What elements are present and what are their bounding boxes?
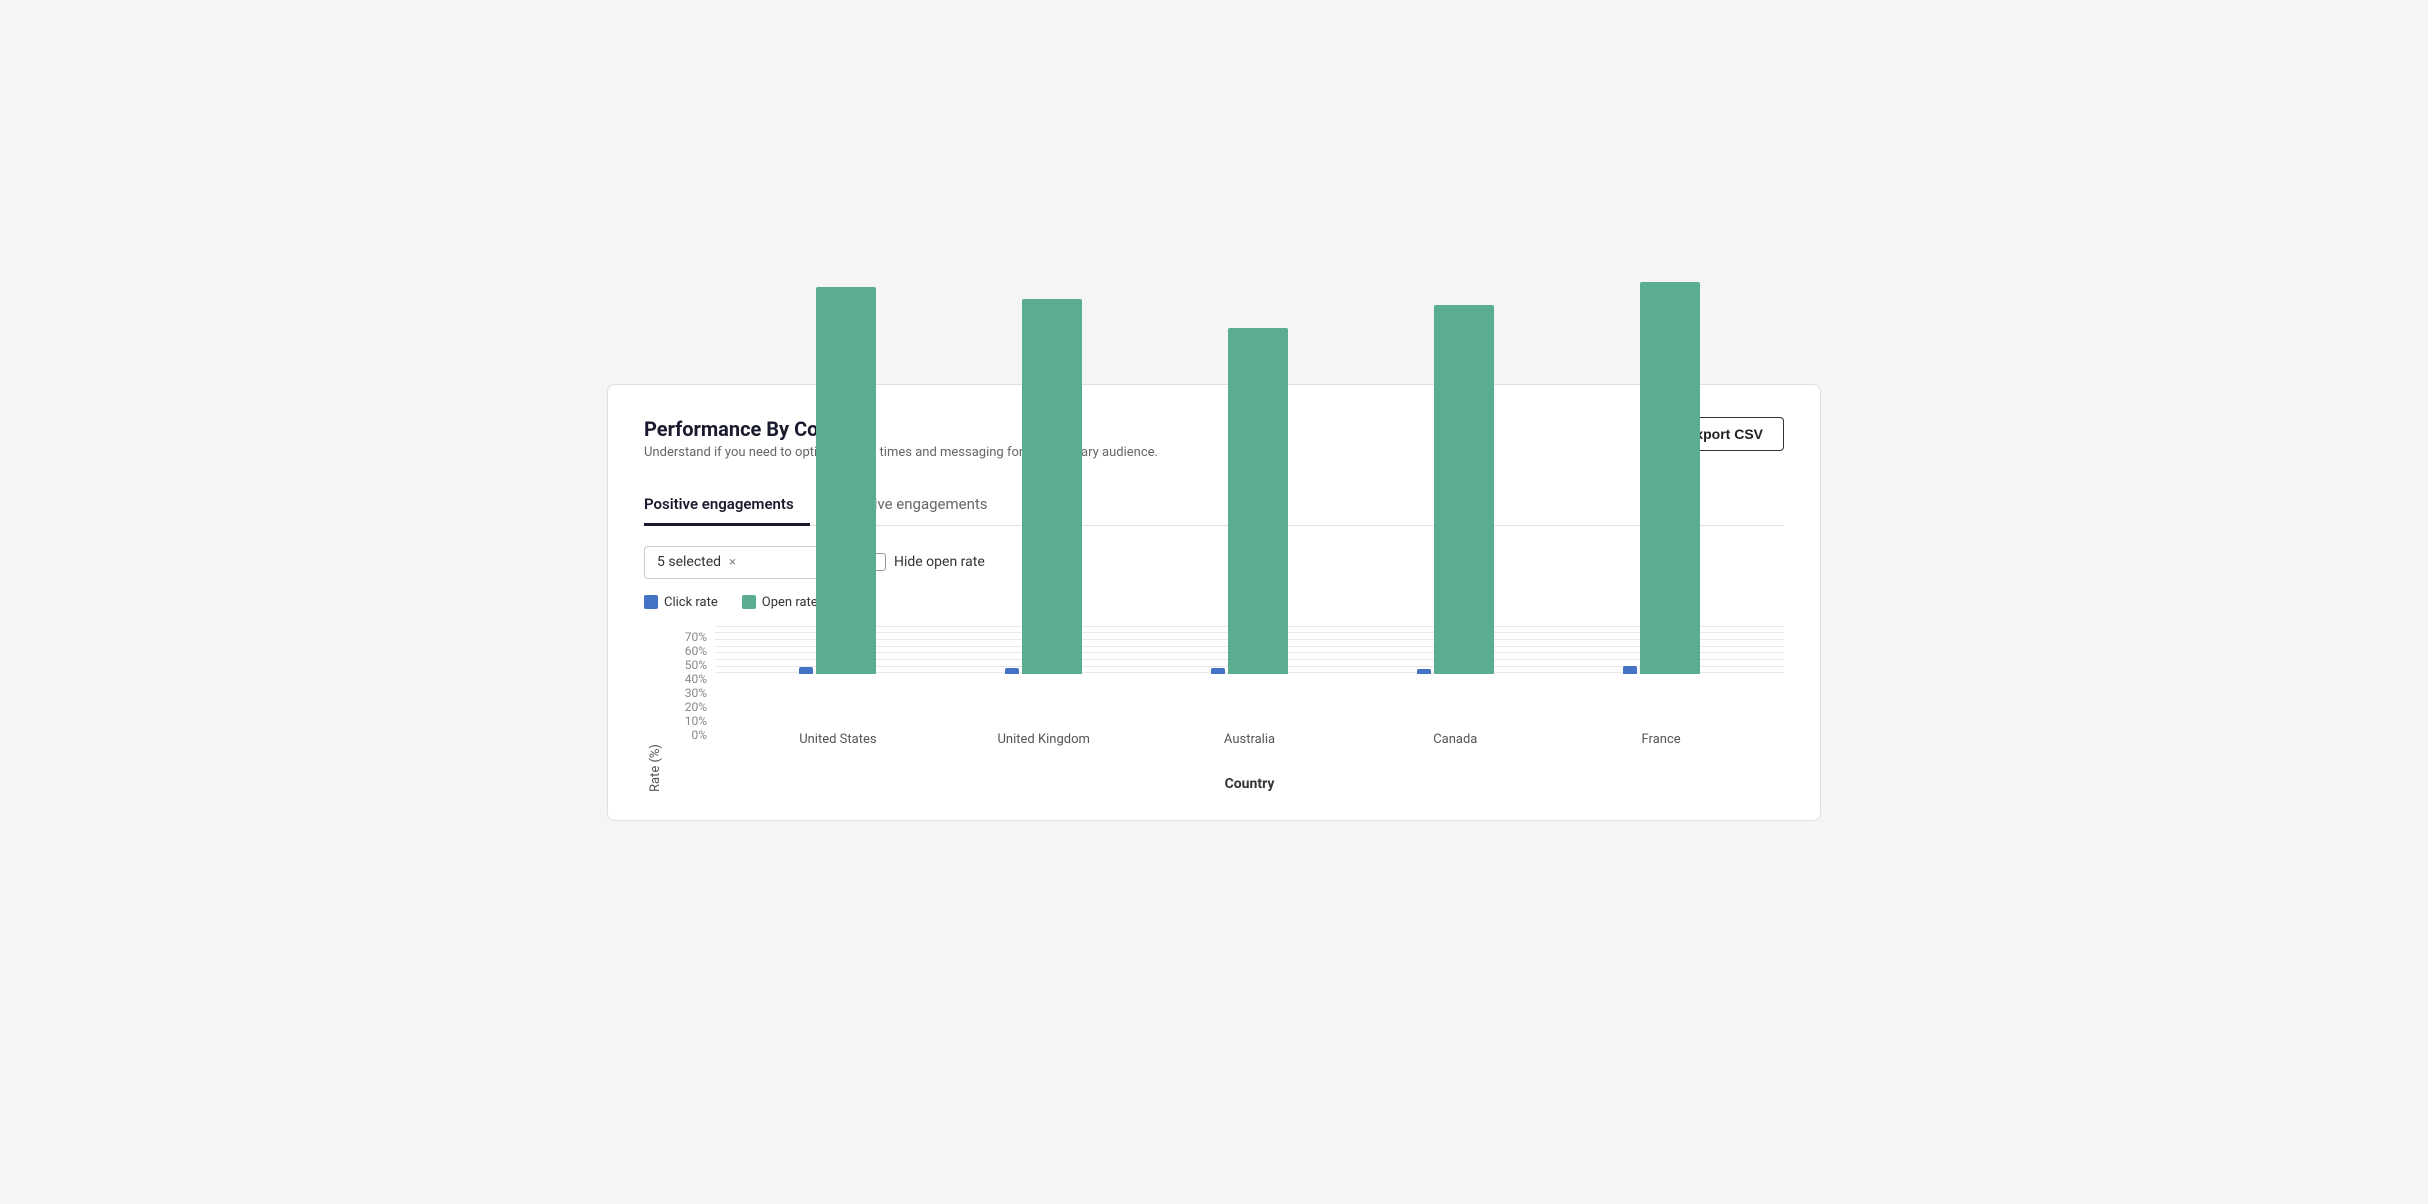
click-rate-bar	[799, 667, 813, 674]
click-rate-bar	[1623, 666, 1637, 674]
y-axis-label: 60%	[663, 644, 715, 658]
performance-by-country-card: Performance By Country Understand if you…	[607, 384, 1821, 821]
bar-group	[1352, 305, 1558, 674]
open-rate-bar	[1640, 282, 1700, 674]
click-rate-bar	[1417, 669, 1431, 674]
x-axis-label: Canada	[1352, 732, 1558, 747]
bars-container	[715, 626, 1784, 674]
bar-group	[1558, 282, 1764, 674]
x-axis-label: United Kingdom	[941, 732, 1147, 747]
click-rate-bar	[1005, 668, 1019, 674]
y-axis-label: 40%	[663, 672, 715, 686]
click-rate-bar	[1211, 668, 1225, 674]
y-axis-label: 20%	[663, 700, 715, 714]
chart-with-ylabel: Rate (%) 0%10%20%30%40%50%60%70% United …	[644, 622, 1784, 792]
open-rate-bar	[1434, 305, 1494, 674]
bars-area	[715, 626, 1784, 724]
x-axis-title: Country	[715, 776, 1784, 792]
open-rate-bar	[816, 287, 876, 674]
y-axis-title: Rate (%)	[644, 622, 663, 792]
bar-group	[735, 287, 941, 674]
chart-inner: United StatesUnited KingdomAustraliaCana…	[715, 626, 1784, 792]
y-axis-label: 0%	[663, 728, 715, 742]
open-rate-bar	[1228, 328, 1288, 674]
bar-group	[1147, 328, 1353, 674]
y-axis-label: 50%	[663, 658, 715, 672]
x-axis: United StatesUnited KingdomAustraliaCana…	[715, 724, 1784, 774]
chart-area: 0%10%20%30%40%50%60%70% United StatesUni…	[663, 626, 1784, 792]
open-rate-bar	[1022, 299, 1082, 674]
bar-group	[941, 299, 1147, 674]
x-axis-label: Australia	[1147, 732, 1353, 747]
x-axis-label: United States	[735, 732, 941, 747]
x-axis-label: France	[1558, 732, 1764, 747]
legend-click-rate: Click rate	[644, 595, 718, 610]
click-rate-color-swatch	[644, 595, 658, 609]
y-axis-label: 10%	[663, 714, 715, 728]
y-axis-label: 30%	[663, 686, 715, 700]
y-axis-label: 70%	[663, 630, 715, 644]
y-axis: 0%10%20%30%40%50%60%70%	[663, 626, 715, 792]
click-rate-label: Click rate	[664, 595, 718, 610]
selector-text: 5 selected	[657, 554, 721, 570]
